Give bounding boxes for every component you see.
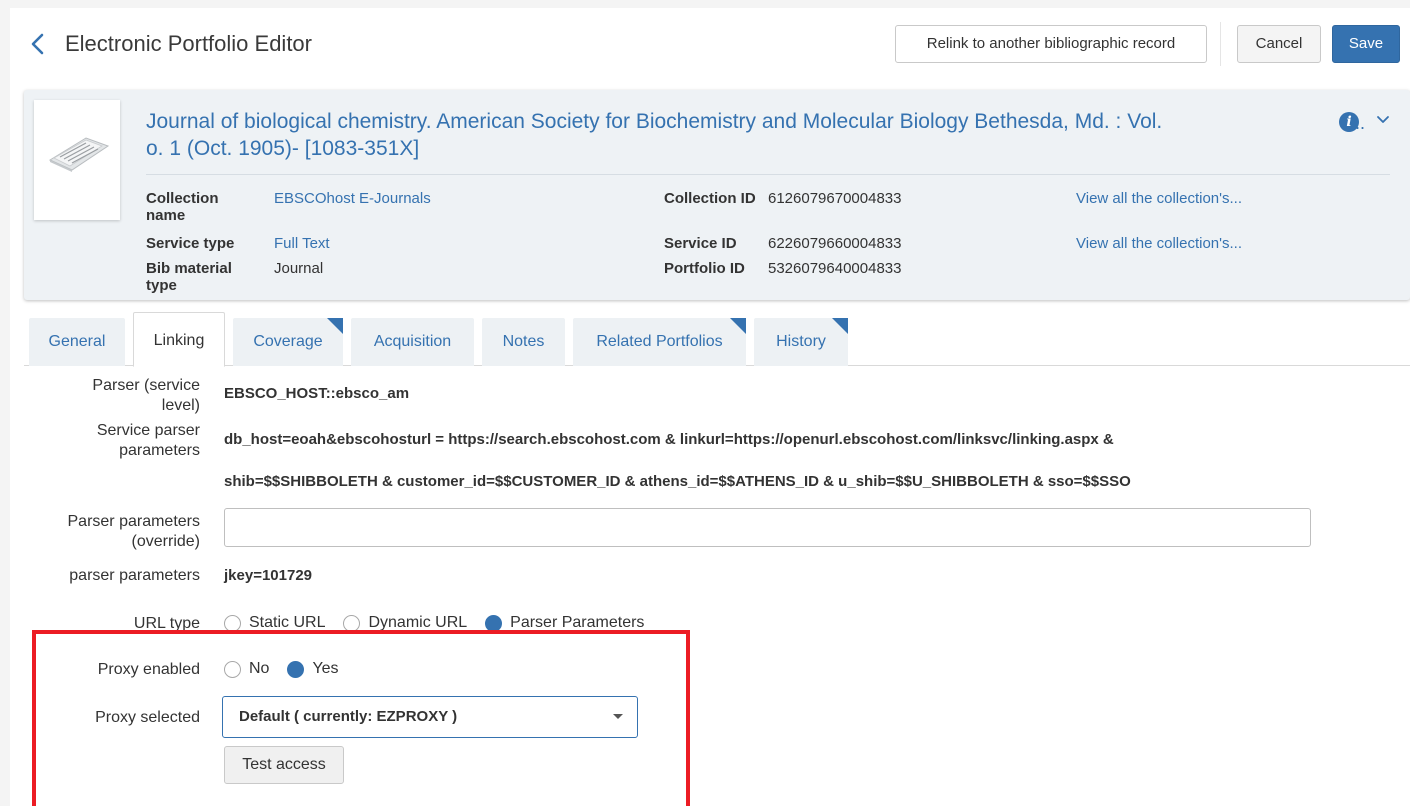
view-collection-link-2[interactable]: View all the collection's... — [1076, 235, 1242, 252]
service-type-link[interactable]: Full Text — [274, 235, 330, 252]
tab-history[interactable]: History — [754, 318, 848, 366]
tab-linking-label: Linking — [153, 332, 205, 349]
parser-params-override-input[interactable] — [224, 508, 1311, 547]
title-ellipsis: .. — [1355, 113, 1366, 133]
tab-notes[interactable]: Notes — [482, 318, 565, 366]
parser-service-label: Parser (service level) — [30, 376, 200, 416]
collection-name-link[interactable]: EBSCOhost E-Journals — [274, 190, 431, 207]
parser-service-label-line1: Parser (service — [92, 377, 200, 394]
override-label-line1: Parser parameters — [67, 513, 201, 530]
tab-general-label: General — [48, 333, 106, 350]
newspaper-icon — [48, 137, 110, 172]
parser-params-value: jkey=101729 — [224, 567, 313, 584]
tab-history-label: History — [776, 333, 826, 350]
service-params-label: Service parser parameters — [30, 421, 200, 461]
record-thumbnail — [34, 100, 120, 220]
view-collection-link-1[interactable]: View all the collection's... — [1076, 190, 1242, 207]
parser-params-label: parser parameters — [69, 567, 200, 584]
tab-notes-label: Notes — [502, 333, 545, 350]
tab-general[interactable]: General — [29, 318, 125, 366]
bib-material-type-label: Bib material type — [146, 260, 232, 294]
tab-linking[interactable]: Linking — [133, 312, 225, 367]
tab-acquisition[interactable]: Acquisition — [351, 318, 474, 366]
collection-name-label: Collection name — [146, 190, 219, 224]
record-title-line-1: Journal of biological chemistry. America… — [146, 110, 1163, 133]
service-params-label-line2: parameters — [119, 442, 200, 459]
service-id-value: 6226079660004833 — [768, 235, 902, 252]
chevron-down-icon[interactable] — [1374, 110, 1392, 128]
tab-related-portfolios[interactable]: Related Portfolios — [573, 318, 746, 366]
service-type-label: Service type — [146, 235, 235, 252]
radio-button[interactable] — [224, 614, 241, 632]
override-label: Parser parameters (override) — [30, 512, 201, 552]
page-title: Electronic Portfolio Editor — [65, 31, 312, 56]
page-header: Electronic Portfolio Editor Relink to an… — [10, 8, 1410, 82]
left-strip — [0, 0, 10, 806]
portfolio-id-value: 5326079640004833 — [768, 260, 902, 277]
highlight-annotation-box — [32, 630, 690, 806]
tab-acquisition-label: Acquisition — [373, 333, 452, 350]
save-button[interactable]: Save — [1332, 25, 1400, 63]
service-params-line-1: db_host=eoah&ebscohosturl = https://sear… — [224, 431, 1114, 448]
tab-coverage-label: Coverage — [253, 333, 323, 350]
cancel-button[interactable]: Cancel — [1237, 25, 1321, 63]
parser-service-label-line2: level) — [161, 397, 200, 414]
collection-id-value: 6126079670004833 — [768, 190, 902, 207]
relink-button[interactable]: Relink to another bibliographic record — [895, 25, 1207, 63]
record-title-line-2: o. 1 (Oct. 1905)- [1083-351X] — [146, 137, 420, 160]
portfolio-id-label: Portfolio ID — [664, 260, 745, 277]
top-strip — [0, 0, 1410, 8]
radio-button[interactable] — [343, 614, 361, 632]
collection-id-label: Collection ID — [664, 190, 756, 207]
back-chevron-icon[interactable] — [26, 30, 50, 58]
service-params-label-line1: Service parser — [96, 422, 200, 439]
record-summary-card: Journal of biological chemistry. America… — [24, 90, 1410, 300]
service-id-label: Service ID — [664, 235, 737, 252]
service-params-line-2: shib=$$SHIBBOLETH & customer_id=$$CUSTOM… — [224, 473, 1131, 490]
override-label-line2: (override) — [131, 533, 200, 550]
tab-flag-icon — [730, 318, 746, 334]
parser-service-value: EBSCO_HOST::ebsco_am — [224, 385, 410, 402]
bib-material-type-value: Journal — [274, 260, 324, 277]
radio-button-selected[interactable] — [485, 614, 503, 632]
tab-coverage[interactable]: Coverage — [233, 318, 343, 366]
tab-related-portfolios-label: Related Portfolios — [596, 333, 723, 350]
tab-flag-icon — [327, 318, 343, 334]
editor-tabs: General Linking Coverage Acquisition Not… — [24, 310, 1410, 367]
card-divider — [146, 174, 1390, 175]
tab-flag-icon — [832, 318, 848, 334]
record-title-link[interactable]: Journal of biological chemistry. America… — [146, 108, 1336, 162]
header-divider — [1220, 22, 1221, 66]
